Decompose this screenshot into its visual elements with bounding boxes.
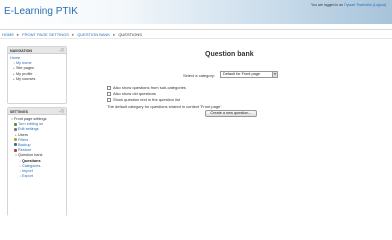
default-category-note: The default category for questions share… xyxy=(107,104,223,109)
block-controls[interactable]: –◫ xyxy=(59,48,64,52)
category-select[interactable]: Default for Front page ▼ xyxy=(220,71,278,78)
navigation-block: NAVIGATION –◫ Home ▪My home ▸Site pages … xyxy=(7,46,67,104)
checkbox-subcategories[interactable] xyxy=(107,85,111,90)
checkbox-question-text[interactable] xyxy=(107,97,111,102)
header: E-Learning PTIK You are logged in as Try… xyxy=(0,0,392,24)
breadcrumb-questions: QUESTIONS xyxy=(118,32,142,37)
site-title[interactable]: E-Learning PTIK xyxy=(4,6,78,17)
filter-icon xyxy=(14,138,17,142)
breadcrumb-front-page-settings[interactable]: FRONT PAGE SETTINGS xyxy=(22,32,69,37)
settings-block-header: SETTINGS –◫ xyxy=(8,108,66,115)
logout-link[interactable]: (Logout) xyxy=(373,3,386,7)
breadcrumb-separator: ► xyxy=(71,32,76,37)
login-info: You are logged in as Trywart Tharindhu (… xyxy=(311,3,386,7)
option-old-questions[interactable]: Also show old questions xyxy=(107,91,156,96)
settings-icon xyxy=(14,127,17,131)
option-question-text[interactable]: Show question text in the question list xyxy=(107,97,180,102)
category-label: Select a category: xyxy=(183,73,216,78)
breadcrumb-question-bank[interactable]: QUESTION BANK xyxy=(77,32,110,37)
breadcrumb-separator: ► xyxy=(112,32,117,37)
backup-icon xyxy=(14,143,17,147)
settings-block: SETTINGS –◫ ▾Front page settings Turn ed… xyxy=(7,107,67,216)
restore-icon xyxy=(14,148,17,152)
navbar: HOME ► FRONT PAGE SETTINGS ► QUESTION BA… xyxy=(0,29,392,39)
edit-icon xyxy=(14,122,17,126)
nav-item-my-courses[interactable]: ▸My courses xyxy=(8,77,66,82)
settings-item-export[interactable]: ▪Export xyxy=(8,174,66,179)
breadcrumb: HOME ► FRONT PAGE SETTINGS ► QUESTION BA… xyxy=(2,32,143,37)
page-title: Question bank xyxy=(205,51,254,58)
settings-block-title: SETTINGS xyxy=(10,109,28,114)
category-select-value: Default for Front page xyxy=(223,72,260,76)
option-subcategories[interactable]: Also show questions from sub-categories xyxy=(107,85,186,90)
breadcrumb-separator: ► xyxy=(16,32,21,37)
checkbox-old-questions[interactable] xyxy=(107,91,111,96)
login-prefix: You are logged in as xyxy=(311,3,343,7)
block-controls[interactable]: –◫ xyxy=(59,109,64,113)
create-question-button[interactable]: Create a new question... xyxy=(205,110,257,117)
navigation-block-title: NAVIGATION xyxy=(10,48,33,53)
settings-tree: ▾Front page settings Turn editing on Edi… xyxy=(8,115,66,179)
navigation-block-header: NAVIGATION –◫ xyxy=(8,47,66,54)
navigation-tree: Home ▪My home ▸Site pages ▸My profile ▸M… xyxy=(8,54,66,82)
chevron-down-icon: ▼ xyxy=(272,72,277,77)
breadcrumb-home[interactable]: HOME xyxy=(2,32,14,37)
user-link[interactable]: Trywart Tharindhu xyxy=(344,3,372,7)
